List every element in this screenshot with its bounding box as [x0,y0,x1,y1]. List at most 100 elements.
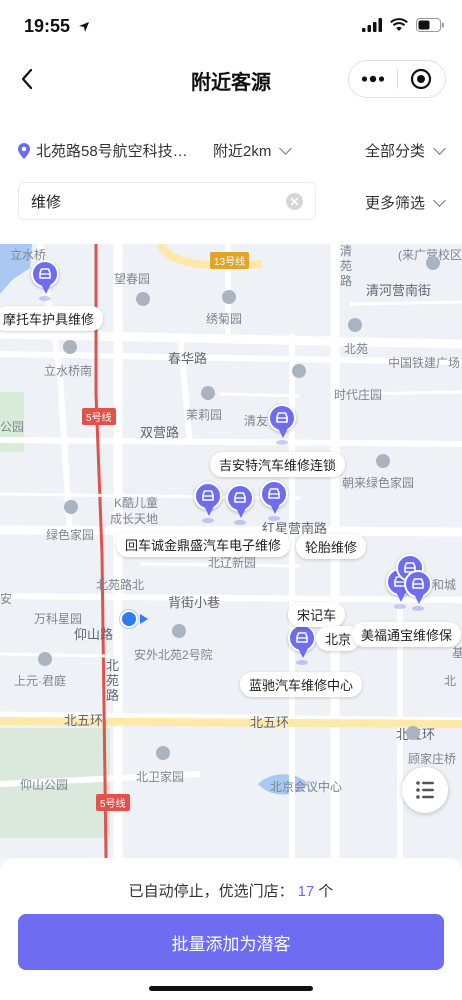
map-place-label: 成长天地 [110,512,159,526]
filter-row: 北苑路58号航空科技… 附近2km 全部分类 [0,140,462,164]
location-text: 北苑路58号航空科技… [36,143,188,160]
mini-program-capsule [348,60,446,98]
map-place-label: 安外北苑2号院 [134,648,213,662]
heading-arrow-icon [140,614,148,624]
location-selector[interactable]: 北苑路58号航空科技… [18,140,188,161]
shop-label[interactable]: 回车诚金鼎盛汽车电子维修 [116,532,291,557]
more-menu-button[interactable] [349,61,397,97]
map-place-label: 中国铁建广场 [388,356,461,370]
map-place-label: 安 [0,592,13,606]
signal-icon [362,18,382,32]
category-selector[interactable]: 全部分类 [364,140,446,161]
poi-icon [201,386,215,400]
poi-icon [376,454,390,468]
shop-pin[interactable] [31,260,61,301]
home-indicator [149,986,313,991]
search-box [18,182,316,220]
poi-icon [348,318,362,332]
map-place-label: 清 苑 路 [340,244,353,288]
shop-pin-tail [236,508,246,518]
map-place-label: 公园 [0,420,25,434]
map-place-label: 绿色家园 [46,528,95,542]
search-input[interactable] [31,183,271,219]
map-place-label: 北 [444,674,457,688]
shop-pin-shadow [268,516,280,521]
map-road-label: 仰山路 [74,627,114,642]
radius-selector[interactable]: 附近2km [213,140,293,161]
location-pin-icon [18,142,30,159]
list-view-button[interactable] [402,767,448,813]
chevron-down-icon [433,142,446,155]
map-road-label: 双营路 [140,425,180,440]
map-place-label: 清友 [244,414,269,428]
status-bar: 19:55 [0,0,462,54]
radius-text: 附近2km [213,143,272,160]
poi-icon [222,290,236,304]
poi-icon [156,746,170,760]
shop-pin[interactable] [226,484,256,525]
car-icon [202,490,214,501]
shop-label[interactable]: 轮胎维修 [296,534,367,559]
car-icon [276,412,288,423]
shop-label[interactable]: 摩托车护具维修 [0,306,104,331]
auto-stop-prefix: 已自动停止，优选门店： [128,883,294,900]
map-road-label: 清河营南街 [366,283,432,298]
store-count: 17 [297,883,315,900]
shop-pin-tail [204,506,214,516]
bottom-panel: 已自动停止，优选门店： 17 个 批量添加为潜客 [0,858,462,1000]
shop-pin-shadow [276,440,288,445]
poi-icon [63,340,77,354]
shop-pin-tail [270,504,280,514]
line5-badge: 5号线 [82,408,116,425]
shop-pin-tail [414,594,424,604]
shop-pin-shadow [202,518,214,523]
map-place-label: 绣菊园 [206,312,243,326]
shop-pin[interactable] [194,482,224,523]
map-place-label: 北苑 [344,342,369,356]
poi-icon [38,652,52,666]
poi-icon [136,292,150,306]
current-location-dot [120,610,138,628]
more-filter-text: 更多筛选 [364,195,425,212]
shop-pin-tail [278,428,288,438]
car-icon [296,632,308,643]
nav-bar: 附近客源 [0,54,462,106]
shop-label[interactable]: 美福通宝维修保 [352,622,462,647]
shop-label[interactable]: 蓝驰汽车维修中心 [240,672,363,697]
location-arrow-icon [79,22,90,33]
car-icon [412,578,424,589]
map-view[interactable]: 13号线 5号线 5号线 立水桥 望春园 绣菊园 清 苑 路 清河营南街 (来广… [0,244,462,858]
shop-pin-shadow [412,606,424,611]
shop-label[interactable]: 吉安特汽车维修连锁 [210,452,346,477]
shop-pin-shadow [39,296,51,301]
map-place-label: K酷儿童 [114,496,159,510]
shop-pin[interactable] [404,570,434,611]
close-mini-program-button[interactable] [398,61,446,97]
car-icon [268,488,280,499]
status-time: 19:55 [24,16,90,37]
shop-pin[interactable] [288,624,318,665]
shop-pin-shadow [296,660,308,665]
poi-icon [292,364,306,378]
chevron-down-icon [433,194,446,207]
target-close-icon [411,68,432,90]
map-place-label: 立水桥南 [44,364,93,378]
more-filter-button[interactable]: 更多筛选 [364,192,446,213]
map-road-label: 春华路 [168,351,208,366]
line13-badge: 13号线 [210,252,250,269]
map-road-label: 北五环 [64,713,104,728]
batch-add-prospects-button[interactable]: 批量添加为潜客 [18,914,444,970]
category-text: 全部分类 [364,143,425,160]
shop-pin[interactable] [268,404,298,445]
map-place-label: 基 [452,646,462,660]
clear-search-button[interactable] [286,193,303,210]
map-place-label: 茉莉园 [186,408,223,422]
car-icon [39,268,51,279]
shop-label[interactable]: 宋记车 [288,602,346,627]
map-place-label: 北京会议中心 [270,780,343,794]
auto-stop-message: 已自动停止，优选门店： 17 个 [0,880,462,901]
shop-pin[interactable] [260,480,290,521]
line5-badge: 5号线 [96,794,130,811]
shop-pin-tail [41,284,51,294]
map-road-label: 北五环 [250,715,290,730]
